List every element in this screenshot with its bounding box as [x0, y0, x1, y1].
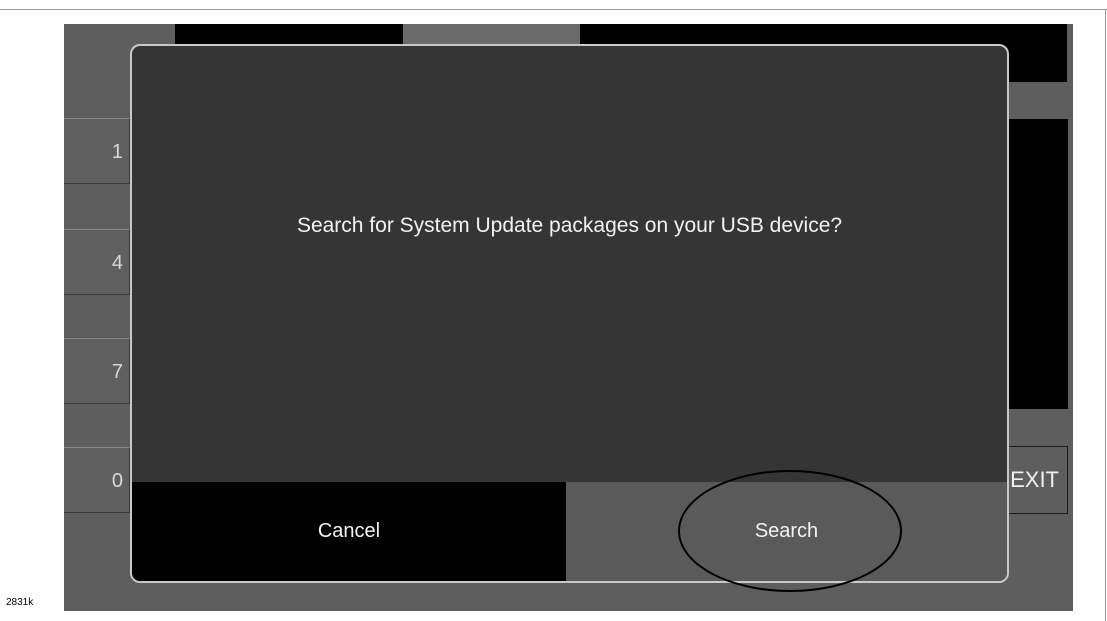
background-panel: [403, 24, 580, 44]
keypad-key-0[interactable]: 0: [64, 447, 130, 513]
page: 1 4 7 0 EXIT Search for System Update pa…: [0, 0, 1107, 621]
keypad-key-4[interactable]: 4: [64, 229, 130, 295]
background-panel: [175, 24, 403, 44]
exit-button[interactable]: EXIT: [1004, 446, 1068, 514]
background-panel: [1004, 119, 1068, 409]
dialog-button-bar: Cancel Search: [132, 482, 1007, 581]
dialog-message: Search for System Update packages on you…: [296, 214, 843, 237]
update-search-dialog: Search for System Update packages on you…: [130, 44, 1009, 583]
cancel-button[interactable]: Cancel: [132, 482, 566, 581]
figure-code: 2831k: [6, 597, 34, 608]
frame-line: [1105, 9, 1106, 621]
keypad-key-7[interactable]: 7: [64, 338, 130, 404]
frame-line: [0, 9, 1107, 10]
search-button[interactable]: Search: [566, 482, 1007, 581]
keypad-key-1[interactable]: 1: [64, 118, 130, 184]
